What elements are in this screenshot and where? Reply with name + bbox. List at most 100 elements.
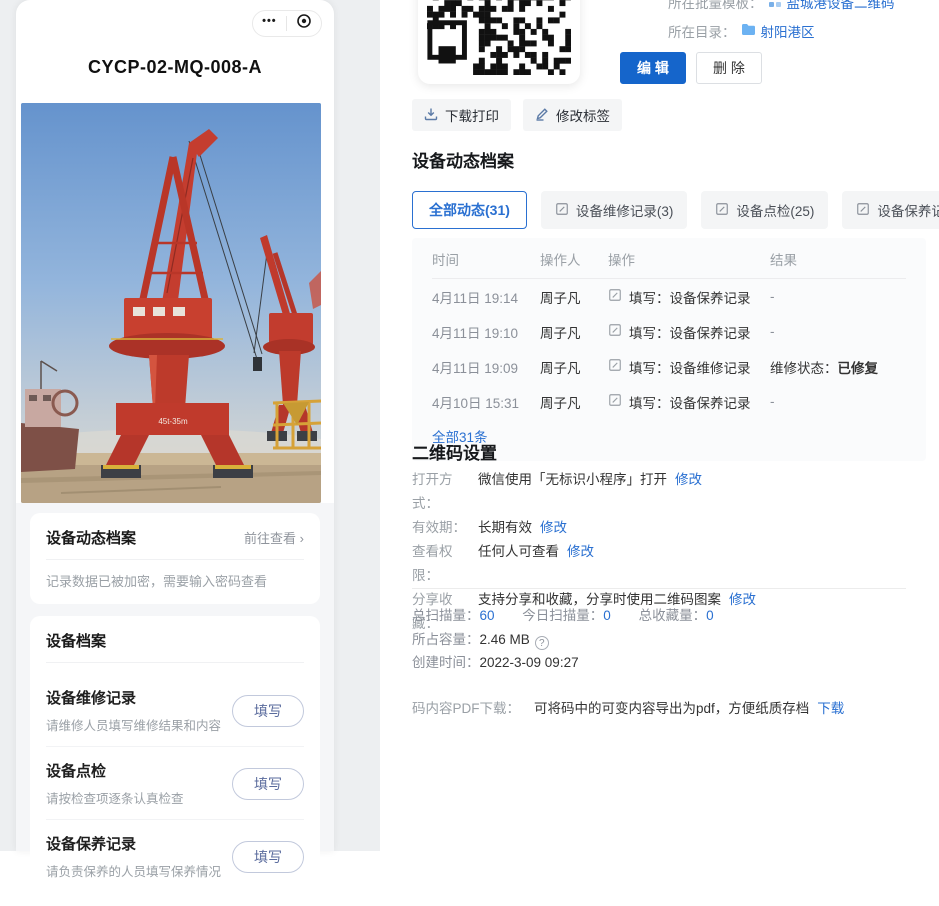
folder-link[interactable]: 射阳港区 <box>761 21 815 41</box>
archive-item-desc: 请维修人员填写维修结果和内容 <box>46 715 221 734</box>
stats-created-row: 创建时间：2022-3-09 09:27 <box>412 651 738 675</box>
fill-button[interactable]: 填写 <box>232 695 304 727</box>
form-icon <box>555 202 569 219</box>
tab-all-dynamics[interactable]: 全部动态(31) <box>412 191 527 229</box>
download-icon <box>424 107 438 124</box>
form-icon <box>608 358 622 375</box>
row-person: 周子凡 <box>540 322 608 342</box>
archive-item-maintenance: 设备保养记录 请负责保养的人员填写保养情况 填写 <box>46 819 304 892</box>
archive-item-title: 设备维修记录 <box>46 687 221 708</box>
table-row: 4月11日 19:09 周子凡 填写：设备维修记录 维修状态：已修复 <box>432 349 906 384</box>
template-icon <box>768 0 782 11</box>
row-time: 4月11日 19:10 <box>432 322 540 342</box>
device-archive-title: 设备档案 <box>46 630 304 651</box>
qr-code <box>427 0 571 75</box>
tab-label: 设备维修记录(3) <box>576 200 674 220</box>
stats-storage-row: 所占容量：2.46 MB? <box>412 628 738 652</box>
encrypted-hint: 记录数据已被加密，需要输入密码查看 <box>46 571 304 590</box>
wechat-capsule[interactable]: ••• <box>252 10 322 37</box>
edit-label-button[interactable]: 修改标签 <box>523 99 622 131</box>
delete-button[interactable]: 删 除 <box>696 52 762 84</box>
stats-scan-row: 总扫描量：60 今日扫描量：0 总收藏量：0 <box>412 604 738 628</box>
modify-link[interactable]: 修改 <box>540 516 567 540</box>
col-time: 时间 <box>432 249 540 269</box>
phone-preview-panel: ••• CYCP-02-MQ-008-A <box>0 0 380 851</box>
qr-code-card <box>418 0 580 84</box>
stat-storage: 2.46 MB <box>480 632 530 647</box>
svg-text:45t-35m: 45t-35m <box>158 417 188 426</box>
dynamic-records-table: 时间 操作人 操作 结果 4月11日 19:14 周子凡 填写：设备保养记录 -… <box>412 238 926 461</box>
pdf-desc: 可将码中的可变内容导出为pdf，方便纸质存档 <box>534 697 809 717</box>
stat-label: 总扫描量： <box>412 608 480 623</box>
folder-label: 所在目录： <box>668 21 736 41</box>
row-result-strong: 已修复 <box>838 361 879 376</box>
row-operation: 填写：设备维修记录 <box>629 357 751 377</box>
form-icon <box>715 202 729 219</box>
row-time: 4月10日 15:31 <box>432 392 540 412</box>
folder-icon <box>741 23 756 39</box>
archive-item-repair: 设备维修记录 请维修人员填写维修结果和内容 填写 <box>46 674 304 746</box>
stat-label: 今日扫描量： <box>522 608 603 623</box>
form-icon <box>608 393 622 410</box>
stat-scan-today: 0 <box>603 608 611 623</box>
device-archive-card: 设备档案 设备维修记录 请维修人员填写维修结果和内容 填写 设备点检 请按检查项… <box>30 616 320 906</box>
setting-label: 有效期： <box>412 516 478 540</box>
setting-value: 长期有效 <box>478 516 532 540</box>
template-row: 所在批量模板： 盐城港设备二维码 <box>668 0 895 12</box>
tab-repair-records[interactable]: 设备维修记录(3) <box>541 191 688 229</box>
phone-body: 设备动态档案 前往查看 › 记录数据已被加密，需要输入密码查看 设备档案 设备维… <box>16 503 334 851</box>
pdf-download-link[interactable]: 下载 <box>817 697 844 717</box>
fill-button[interactable]: 填写 <box>232 841 304 873</box>
row-time: 4月11日 19:14 <box>432 287 540 307</box>
more-icon[interactable]: ••• <box>262 16 277 27</box>
device-photo: 45t-35m <box>21 103 321 503</box>
edit-label-label: 修改标签 <box>556 105 610 125</box>
setting-value: 任何人可查看 <box>478 540 559 588</box>
modify-link[interactable]: 修改 <box>675 468 702 516</box>
edit-button[interactable]: 编 辑 <box>620 52 686 84</box>
row-person: 周子凡 <box>540 287 608 307</box>
col-operation: 操作 <box>608 249 770 269</box>
goto-view-link[interactable]: 前往查看 › <box>244 528 304 547</box>
tab-inspection[interactable]: 设备点检(25) <box>701 191 828 229</box>
form-icon <box>856 202 870 219</box>
form-icon <box>608 323 622 340</box>
stat-label: 创建时间： <box>412 655 480 670</box>
archive-item-inspection: 设备点检 请按检查项逐条认真检查 填写 <box>46 746 304 819</box>
qr-settings-title: 二维码设置 <box>412 439 497 464</box>
phone-screen: ••• CYCP-02-MQ-008-A <box>16 0 334 851</box>
tab-maintenance-records[interactable]: 设备保养记录(3) <box>842 191 939 229</box>
table-row: 4月11日 19:10 周子凡 填写：设备保养记录 - <box>432 314 906 349</box>
row-person: 周子凡 <box>540 357 608 377</box>
section-divider <box>412 588 906 589</box>
setting-value: 微信使用「无标识小程序」打开 <box>478 468 667 516</box>
tab-label: 全部动态(31) <box>429 200 510 220</box>
download-print-button[interactable]: 下载打印 <box>412 99 511 131</box>
stat-label: 总收藏量： <box>639 608 707 623</box>
col-result: 结果 <box>770 249 906 269</box>
dynamic-archive-title: 设备动态档案 <box>46 527 136 548</box>
col-person: 操作人 <box>540 249 608 269</box>
fill-button[interactable]: 填写 <box>232 768 304 800</box>
dynamic-archive-card: 设备动态档案 前往查看 › 记录数据已被加密，需要输入密码查看 <box>30 513 320 604</box>
row-time: 4月11日 19:09 <box>432 357 540 377</box>
pdf-label: 码内容PDF下载： <box>412 697 520 717</box>
card-divider <box>46 662 304 663</box>
device-title: CYCP-02-MQ-008-A <box>16 57 334 78</box>
target-icon[interactable] <box>296 13 312 34</box>
download-print-label: 下载打印 <box>445 105 499 125</box>
form-icon <box>608 288 622 305</box>
row-result: - <box>770 289 775 304</box>
dynamic-section-title: 设备动态档案 <box>412 147 514 172</box>
stat-created: 2022-3-09 09:27 <box>480 655 579 670</box>
row-person: 周子凡 <box>540 392 608 412</box>
setting-row-view-permission: 查看权限： 任何人可查看 修改 <box>412 540 756 588</box>
modify-link[interactable]: 修改 <box>567 540 594 588</box>
crane-photo-illustration: 45t-35m <box>21 103 321 503</box>
folder-row: 所在目录： 射阳港区 <box>668 21 815 41</box>
question-icon[interactable]: ? <box>535 636 549 650</box>
template-link[interactable]: 盐城港设备二维码 <box>787 0 895 12</box>
template-label: 所在批量模板： <box>668 0 763 12</box>
tab-label: 设备点检(25) <box>736 200 814 220</box>
setting-row-open-mode: 打开方式： 微信使用「无标识小程序」打开 修改 <box>412 468 756 516</box>
